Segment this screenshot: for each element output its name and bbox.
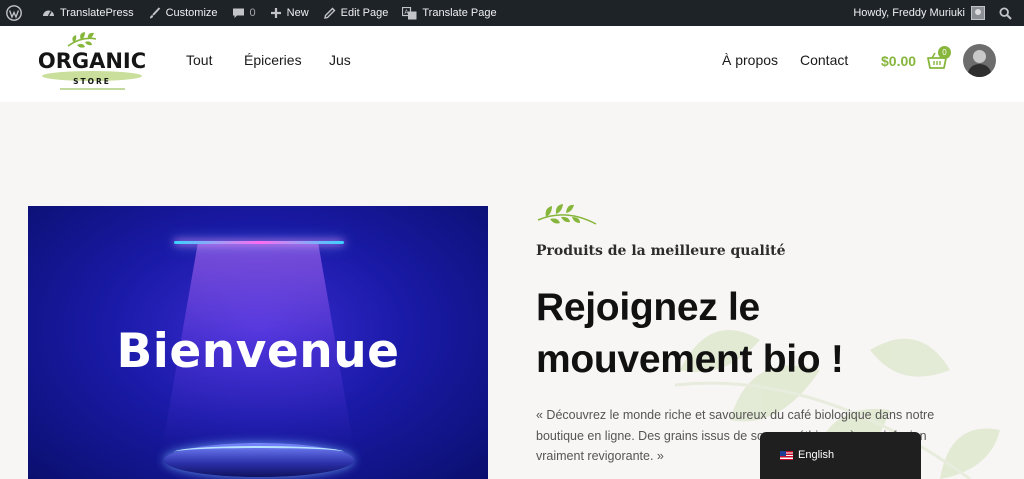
- cart-total[interactable]: $0.00: [881, 53, 916, 69]
- site-header: ORGANIC STORE Tout Épiceries Jus À propo…: [0, 26, 1024, 102]
- cart-count-badge: 0: [938, 46, 951, 59]
- logo-subtitle: STORE: [73, 77, 111, 86]
- plus-icon: [270, 8, 281, 18]
- language-label: English: [798, 449, 835, 461]
- nav-link-contact[interactable]: Contact: [800, 52, 848, 68]
- admin-bar: TranslatePress Customize 0 New Edit Page…: [0, 0, 1024, 26]
- translate-icon: A: [402, 6, 417, 19]
- edit-page-label: Edit Page: [340, 7, 389, 19]
- search-icon: [999, 6, 1012, 20]
- howdy-label: Howdy, Freddy Muriuki: [853, 7, 965, 19]
- wordpress-logo-icon[interactable]: [0, 0, 35, 26]
- translate-page-label: Translate Page: [422, 7, 497, 19]
- organic-store-logo[interactable]: ORGANIC STORE: [30, 32, 155, 94]
- language-switcher[interactable]: English: [760, 432, 921, 479]
- comment-icon: [232, 8, 244, 18]
- new-content-menu[interactable]: New: [263, 0, 316, 26]
- customize-link[interactable]: Customize: [141, 0, 225, 26]
- site-name-label: TranslatePress: [60, 7, 134, 19]
- hero-title: Rejoignez le mouvement bio !: [536, 286, 844, 381]
- user-account-menu[interactable]: Howdy, Freddy Muriuki: [846, 0, 992, 26]
- logo-wordmark: ORGANIC: [38, 49, 146, 73]
- site-name-menu[interactable]: TranslatePress: [35, 0, 141, 26]
- us-flag-icon: [780, 451, 793, 460]
- admin-avatar: [971, 6, 985, 20]
- nav-link-tout[interactable]: Tout: [186, 52, 212, 68]
- edit-page-link[interactable]: Edit Page: [316, 0, 396, 26]
- admin-search-button[interactable]: [992, 0, 1024, 26]
- comments-link[interactable]: 0: [225, 0, 263, 26]
- neon-lamp: [174, 241, 344, 244]
- user-avatar[interactable]: [963, 44, 996, 77]
- customize-label: Customize: [165, 7, 218, 19]
- dashboard-icon: [43, 10, 54, 16]
- hero-banner-image: Bienvenue: [28, 206, 488, 479]
- hero-tagline: Produits de la meilleure qualité: [536, 243, 786, 259]
- pencil-icon: [323, 7, 336, 19]
- translate-page-link[interactable]: A Translate Page: [395, 0, 503, 26]
- banner-welcome-text: Bienvenue: [116, 324, 400, 379]
- comments-count: 0: [249, 7, 256, 19]
- new-label: New: [286, 7, 309, 19]
- nav-link-jus[interactable]: Jus: [329, 52, 351, 68]
- nav-link-epiceries[interactable]: Épiceries: [244, 52, 302, 68]
- brush-icon: [149, 6, 160, 18]
- podium: [164, 443, 354, 477]
- leaf-ornament-icon: [537, 204, 597, 225]
- nav-link-a-propos[interactable]: À propos: [722, 52, 778, 68]
